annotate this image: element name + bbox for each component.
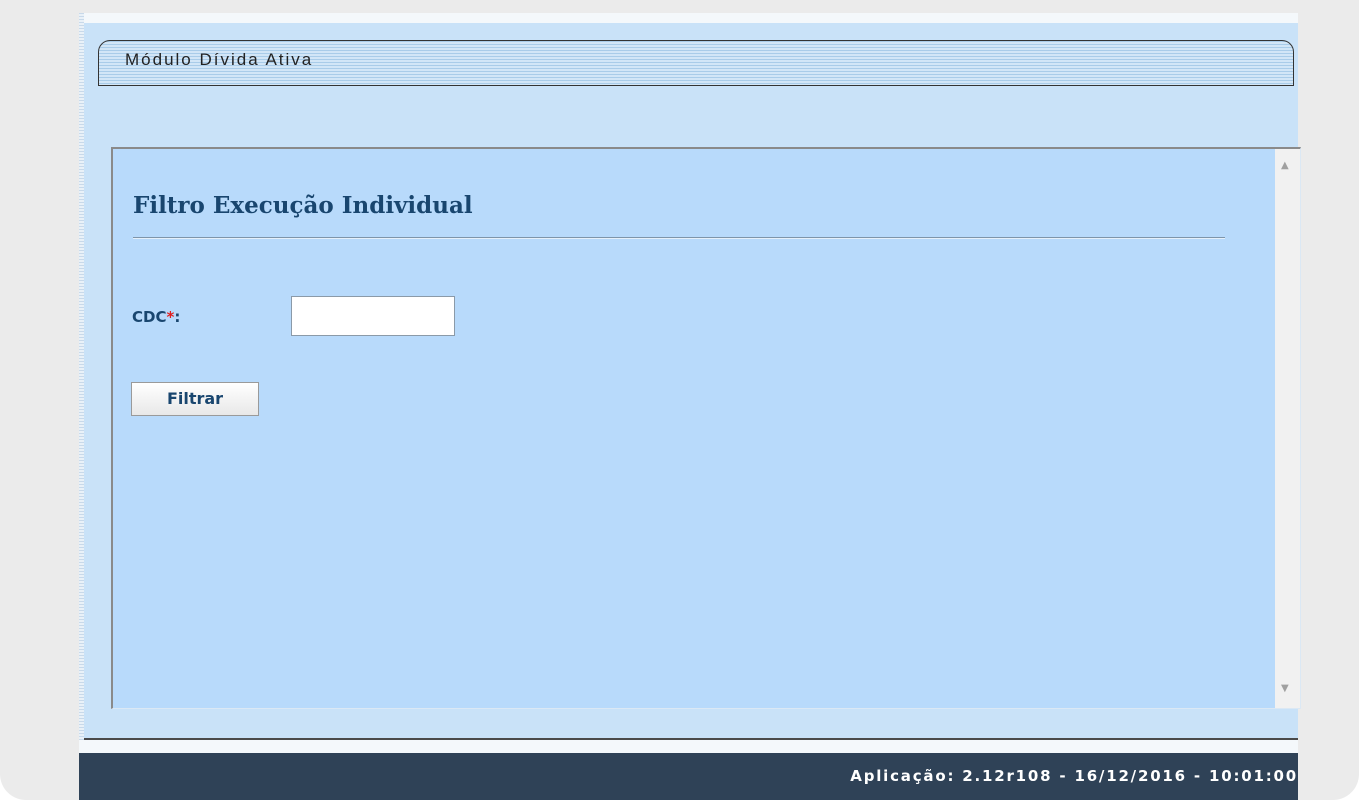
page-title: Filtro Execução Individual: [133, 192, 473, 219]
module-header: Módulo Dívida Ativa: [98, 40, 1294, 86]
label-colon: :: [174, 308, 181, 326]
content-panel: Filtro Execução Individual CDC*: Filtrar…: [111, 147, 1301, 709]
scroll-up-arrow-icon[interactable]: ▲: [1281, 161, 1289, 171]
vertical-scrollbar[interactable]: ▲ ▼: [1275, 149, 1300, 708]
scroll-down-arrow-icon[interactable]: ▼: [1281, 684, 1289, 694]
cdc-input[interactable]: [291, 296, 455, 336]
app-page: Módulo Dívida Ativa Filtro Execução Indi…: [79, 13, 1301, 800]
module-frame: Módulo Dívida Ativa Filtro Execução Indi…: [84, 23, 1301, 740]
cdc-label: CDC*:: [132, 308, 180, 326]
filter-button[interactable]: Filtrar: [131, 382, 259, 416]
status-footer: Aplicação: 2.12r108 - 16/12/2016 - 10:01…: [79, 753, 1298, 800]
app-version-text: Aplicação: 2.12r108 - 16/12/2016 - 10:01…: [850, 767, 1298, 785]
module-title: Módulo Dívida Ativa: [125, 50, 314, 69]
title-divider: [133, 237, 1225, 239]
cdc-label-text: CDC: [132, 308, 167, 326]
